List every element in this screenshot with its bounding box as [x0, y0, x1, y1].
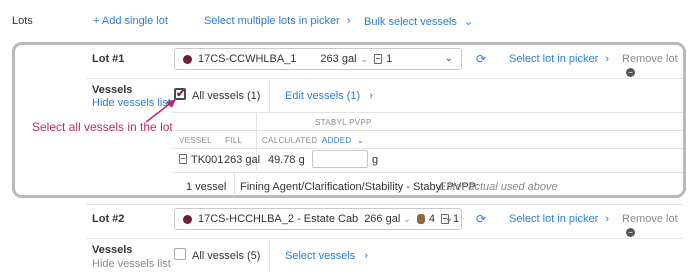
- additive-footer-hint: Enter actual used above: [439, 181, 558, 193]
- lot-color-dot: [183, 214, 192, 224]
- lot-1-vessel-count: 1: [386, 53, 393, 65]
- lot-2-tank-count: 1: [452, 213, 460, 225]
- lot-1-select[interactable]: 17CS-CCWHLBA_1 263 gal ⌄ 1 ⌄: [174, 48, 462, 70]
- divider: [234, 172, 235, 196]
- lot-1-remove-button[interactable]: Remove lot −: [622, 53, 688, 77]
- all-vessels-label: All vessels (5): [192, 250, 261, 262]
- lot-2-remove-button[interactable]: Remove lot −: [622, 213, 688, 237]
- added-col-label: ADDED: [322, 136, 352, 145]
- lot-color-dot: [183, 54, 192, 64]
- added-amount-input[interactable]: [312, 150, 368, 168]
- divider: [86, 238, 683, 239]
- divider: [172, 112, 683, 113]
- lot-1-label: Lot #1: [92, 53, 125, 65]
- fill-col-header: FILL: [225, 136, 243, 145]
- added-unit: g: [372, 154, 379, 166]
- select-vessels-link[interactable]: Select vessels ›: [285, 250, 368, 262]
- table-row: [179, 154, 191, 167]
- refresh-icon[interactable]: ⟳: [476, 52, 486, 66]
- divider: [86, 78, 683, 79]
- chevron-right-icon: ›: [346, 15, 351, 27]
- lot-1-vessels-label: Vessels: [92, 84, 133, 96]
- divider: [172, 148, 683, 149]
- select-vessels-label: Select vessels: [285, 250, 356, 262]
- chevron-right-icon: ›: [605, 213, 609, 225]
- lots-header-row: Lots + Add single lot Select multiple lo…: [0, 0, 688, 40]
- select-multiple-lots-label: Select multiple lots in picker: [204, 15, 340, 27]
- lot-2-hide-vessels-link[interactable]: Hide vessels list: [92, 258, 171, 270]
- edit-vessels-label: Edit vessels (1): [285, 90, 361, 102]
- vessel-cell: TK001: [191, 154, 224, 166]
- edit-vessels-link[interactable]: Edit vessels (1) ›: [285, 90, 373, 102]
- divider: [269, 80, 270, 112]
- tank-icon: [374, 54, 383, 64]
- added-col-header[interactable]: ADDED ⌄: [322, 136, 364, 145]
- chevron-down-icon: ⌄: [444, 53, 453, 64]
- remove-lot-label: Remove lot: [622, 53, 678, 65]
- chevron-down-icon: ⌄: [360, 53, 369, 64]
- arrow-annotation-icon: [145, 99, 176, 123]
- lot-1-code: 17CS-CCWHLBA_1: [198, 53, 297, 65]
- tank-icon: [179, 154, 187, 164]
- chevron-down-icon: ⌄: [444, 213, 453, 224]
- select-multiple-lots-link[interactable]: Select multiple lots in picker ›: [204, 15, 350, 27]
- lots-label: Lots: [12, 15, 33, 27]
- select-lot-in-picker-label: Select lot in picker: [509, 213, 599, 225]
- lot-1-select-in-picker-link[interactable]: Select lot in picker ›: [509, 53, 609, 65]
- lot-2-code: 17CS-HCCHLBA_2 - Estate Cab: [198, 213, 359, 225]
- additive-header: STABYL PVPP: [315, 118, 372, 127]
- fill-cell: 263 gal: [224, 154, 261, 166]
- chevron-right-icon: ›: [364, 250, 369, 262]
- chevron-down-icon: ⌄: [403, 213, 411, 224]
- remove-icon: −: [626, 228, 635, 237]
- chevron-down-icon: ⌄: [357, 136, 365, 145]
- lot-2-select-in-picker-link[interactable]: Select lot in picker ›: [509, 213, 609, 225]
- remove-lot-label: Remove lot: [622, 213, 678, 225]
- bulk-select-vessels-label: Bulk select vessels: [364, 16, 457, 28]
- lot-1-volume: 263 gal: [320, 53, 357, 65]
- lot-2-barrel-count: 4: [428, 213, 435, 225]
- divider: [172, 172, 683, 173]
- vessel-col-header: VESSEL: [179, 136, 212, 145]
- lot-2-vessels-label: Vessels: [92, 244, 133, 256]
- lot-2-label: Lot #2: [92, 213, 125, 225]
- lot-2-select[interactable]: 17CS-HCCHLBA_2 - Estate Cab 266 gal ⌄ 4 …: [174, 208, 462, 230]
- bulk-select-vessels-link[interactable]: Bulk select vessels ⌄: [364, 15, 473, 28]
- lot-2-volume: 266 gal: [364, 213, 401, 225]
- chevron-down-icon: ⌄: [464, 16, 474, 28]
- divider: [86, 204, 683, 205]
- calculated-cell: 49.78 g: [268, 154, 305, 166]
- chevron-right-icon: ›: [605, 53, 609, 65]
- select-lot-in-picker-label: Select lot in picker: [509, 53, 599, 65]
- chevron-right-icon: ›: [369, 90, 373, 102]
- refresh-icon[interactable]: ⟳: [476, 212, 486, 226]
- vessel-count-footer: 1 vessel: [186, 181, 227, 193]
- barrel-icon: [416, 214, 425, 224]
- calculated-col-header: CALCULATED: [262, 136, 318, 145]
- divider: [269, 240, 270, 272]
- add-single-lot-link[interactable]: + Add single lot: [93, 15, 168, 27]
- divider: [172, 130, 683, 131]
- remove-icon: −: [626, 68, 635, 77]
- all-vessels-checkbox[interactable]: [174, 248, 186, 260]
- all-vessels-label: All vessels (1): [192, 90, 261, 102]
